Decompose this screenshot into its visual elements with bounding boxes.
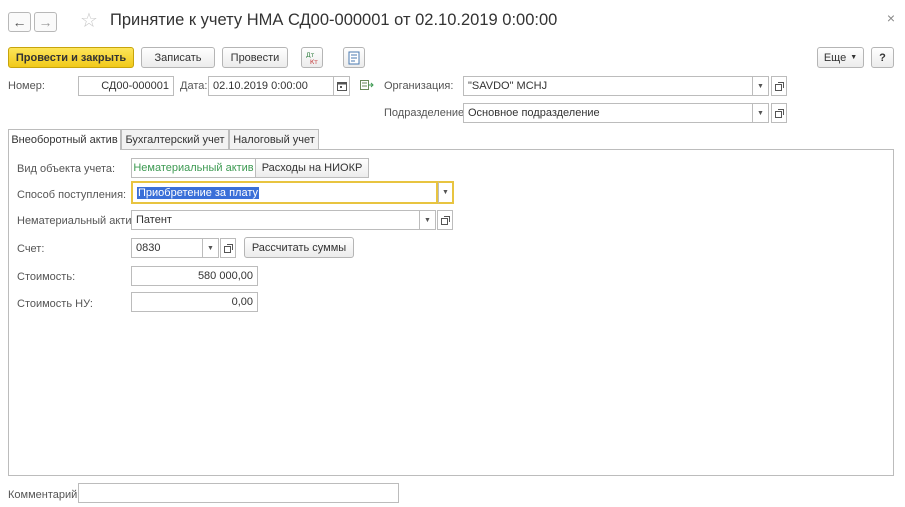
open-link-icon xyxy=(223,243,233,253)
receipt-method-value: Приобретение за плату xyxy=(137,186,260,199)
dropdown-icon: ▼ xyxy=(424,216,431,224)
report-icon xyxy=(348,51,360,64)
department-field[interactable]: Основное подразделение xyxy=(463,103,753,123)
more-button[interactable]: Еще ▼ xyxy=(817,47,864,68)
comment-field[interactable] xyxy=(78,483,399,503)
department-dropdown[interactable]: ▼ xyxy=(753,103,769,123)
cost-label: Стоимость: xyxy=(17,271,76,283)
back-button[interactable]: ← xyxy=(8,12,31,32)
account-open-button[interactable] xyxy=(220,238,236,258)
save-button[interactable]: Записать xyxy=(141,47,215,68)
date-field[interactable]: 02.10.2019 0:00:00 xyxy=(208,76,334,96)
intangible-asset-field[interactable]: Патент xyxy=(131,210,420,230)
receipt-method-field[interactable]: Приобретение за плату xyxy=(131,181,438,204)
forward-button[interactable]: → xyxy=(34,12,57,32)
forward-arrow-icon: → xyxy=(38,14,53,30)
object-type-intangible[interactable]: Нематериальный актив xyxy=(131,158,256,178)
intangible-asset-dropdown[interactable]: ▼ xyxy=(420,210,436,230)
report-button[interactable] xyxy=(343,47,365,68)
intangible-asset-label: Нематериальный актив: xyxy=(17,215,141,227)
receipt-method-label: Способ поступления: xyxy=(17,189,127,201)
open-link-icon xyxy=(440,215,450,225)
tax-cost-field[interactable]: 0,00 xyxy=(131,292,258,312)
number-label: Номер: xyxy=(8,80,45,92)
dropdown-icon: ▼ xyxy=(442,189,449,196)
page-title: Принятие к учету НМА СД00-000001 от 02.1… xyxy=(110,11,558,29)
dt-kt-button[interactable]: Дт Кт xyxy=(301,47,323,68)
organization-field[interactable]: "SAVDO" MCHJ xyxy=(463,76,753,96)
help-button[interactable]: ? xyxy=(871,47,894,68)
tab-tax-accounting[interactable]: Налоговый учет xyxy=(229,129,319,149)
calendar-button[interactable] xyxy=(334,76,350,96)
chevron-down-icon: ▼ xyxy=(850,54,858,61)
comment-label: Комментарий: xyxy=(8,489,81,501)
post-button[interactable]: Провести xyxy=(222,47,288,68)
cost-field[interactable]: 580 000,00 xyxy=(131,266,258,286)
dt-kt-icon: Дт Кт xyxy=(306,52,318,65)
open-link-icon xyxy=(774,81,784,91)
calculate-sums-button[interactable]: Рассчитать суммы xyxy=(244,237,354,258)
open-link-icon xyxy=(774,108,784,118)
post-and-close-button[interactable]: Провести и закрыть xyxy=(8,47,134,68)
organization-label: Организация: xyxy=(384,80,454,92)
number-field[interactable]: СД00-000001 xyxy=(78,76,174,96)
calendar-icon xyxy=(336,82,347,91)
date-label: Дата: xyxy=(180,80,208,92)
receipt-method-dropdown[interactable]: ▼ xyxy=(438,181,454,204)
back-arrow-icon: ← xyxy=(12,14,27,30)
svg-text:Дт: Дт xyxy=(306,52,315,59)
dropdown-icon: ▼ xyxy=(757,82,764,90)
organization-open-button[interactable] xyxy=(771,76,787,96)
account-dropdown[interactable]: ▼ xyxy=(203,238,219,258)
post-arrow-icon[interactable] xyxy=(360,79,374,94)
object-type-rnd[interactable]: Расходы на НИОКР xyxy=(255,158,369,178)
tab-noncurrent-asset[interactable]: Внеоборотный актив xyxy=(8,129,121,150)
star-icon[interactable]: ☆ xyxy=(80,8,98,33)
dropdown-icon: ▼ xyxy=(757,109,764,117)
more-label: Еще xyxy=(823,51,847,64)
svg-text:Кт: Кт xyxy=(310,59,318,65)
intangible-asset-open-button[interactable] xyxy=(437,210,453,230)
department-open-button[interactable] xyxy=(771,103,787,123)
department-label: Подразделение: xyxy=(384,107,468,119)
object-type-label: Вид объекта учета: xyxy=(17,163,116,175)
dropdown-icon: ▼ xyxy=(207,244,214,252)
close-icon[interactable]: × xyxy=(887,10,895,26)
tax-cost-label: Стоимость НУ: xyxy=(17,298,93,310)
account-label: Счет: xyxy=(17,243,45,255)
tab-accounting[interactable]: Бухгалтерский учет xyxy=(121,129,229,149)
organization-dropdown[interactable]: ▼ xyxy=(753,76,769,96)
account-field[interactable]: 0830 xyxy=(131,238,203,258)
